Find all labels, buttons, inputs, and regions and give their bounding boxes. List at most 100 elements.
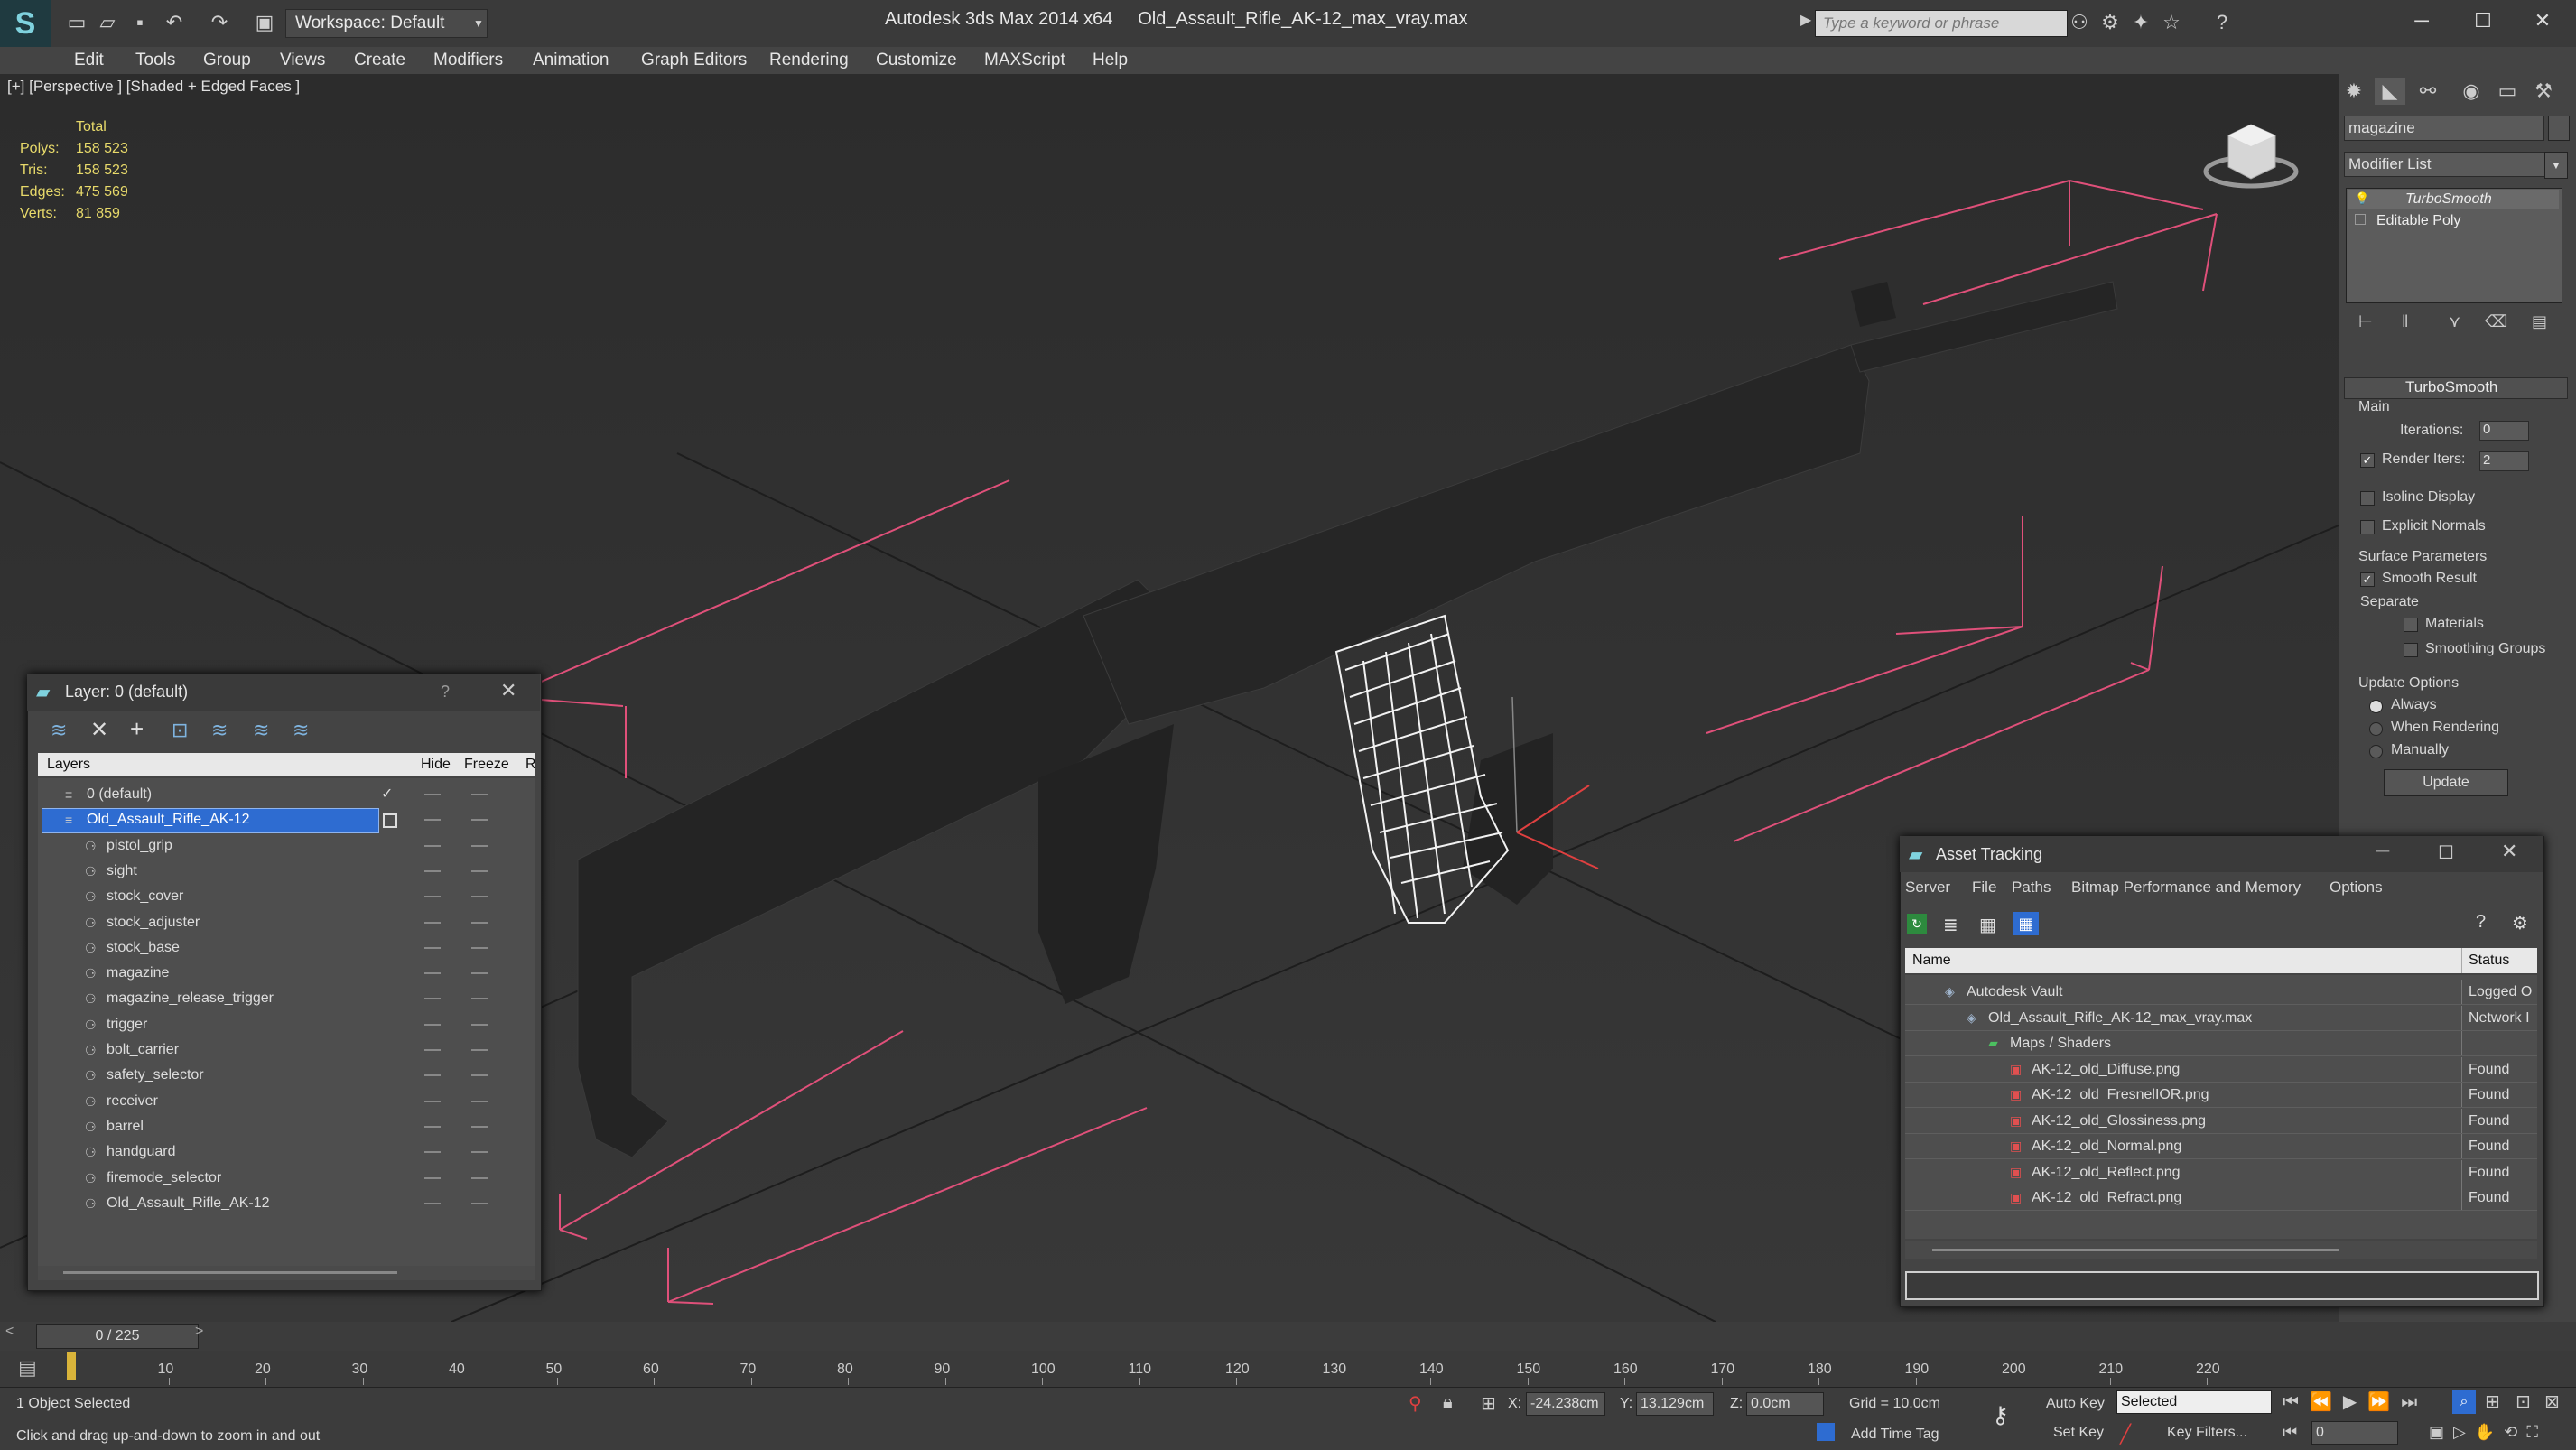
go-to-start-icon[interactable]: ⏮ (2283, 1392, 2310, 1412)
zoom-extents-all-icon[interactable]: ⊠ (2544, 1390, 2560, 1413)
smooth-result-checkbox[interactable]: ✓ (2360, 572, 2375, 587)
time-tag-icon[interactable] (1817, 1423, 1835, 1441)
search-input[interactable]: Type a keyword or phrase (1815, 10, 2068, 37)
asset-menu-options[interactable]: Options (2330, 878, 2383, 897)
menu-help[interactable]: Help (1093, 47, 1128, 74)
grid-view-icon[interactable]: ▦ (2013, 912, 2039, 935)
current-frame-field[interactable]: 0 (2311, 1421, 2398, 1445)
refresh-icon[interactable]: ↻ (1907, 914, 1927, 934)
y-coordinate-field[interactable]: 13.129cm (1636, 1392, 1714, 1416)
new-file-icon[interactable]: ▭ (65, 11, 88, 34)
asset-menu-paths[interactable]: Paths (2012, 878, 2051, 897)
modifier-list-dropdown[interactable]: Modifier List (2344, 152, 2548, 177)
orbit-icon[interactable]: ⟲ (2504, 1423, 2526, 1441)
hide-toggle[interactable] (424, 946, 441, 949)
menu-graph-editors[interactable]: Graph Editors (641, 47, 747, 74)
column-divider[interactable] (2461, 948, 2462, 973)
hide-toggle[interactable] (424, 869, 441, 872)
asset-row[interactable]: ▣ AK-12_old_Normal.png Found (1905, 1134, 2537, 1159)
layer-object-row[interactable]: ⚆ barrel (40, 1114, 535, 1139)
help-icon[interactable]: ? (2210, 11, 2234, 34)
smoothing-groups-checkbox[interactable] (2404, 643, 2418, 657)
freeze-toggle[interactable] (471, 1023, 488, 1026)
layer-object-row[interactable]: ⚆ pistol_grip (40, 833, 535, 859)
asset-row[interactable]: ▣ AK-12_old_Glossiness.png Found (1905, 1108, 2537, 1134)
freeze-toggle[interactable] (471, 972, 488, 975)
when-rendering-radio[interactable] (2369, 722, 2383, 736)
search-expand-icon[interactable]: ▶ (1800, 11, 1811, 29)
key-mode-toggle-icon[interactable]: ⏮ (2283, 1423, 2297, 1442)
layer-object-row[interactable]: ⚆ trigger (40, 1012, 535, 1037)
render-iters-spinner[interactable]: 2 (2479, 451, 2529, 471)
layer-row[interactable]: ≡ 0 (default) ✓ (40, 782, 535, 807)
hide-toggle[interactable] (424, 844, 441, 847)
render-iters-checkbox[interactable]: ✓ (2360, 453, 2375, 468)
freeze-toggle[interactable] (471, 1125, 488, 1128)
next-frame-icon[interactable]: > (195, 1324, 203, 1340)
asset-row[interactable]: ◈ Old_Assault_Rifle_AK-12_max_vray.max Net… (1905, 1005, 2537, 1031)
asset-menu-bitmap[interactable]: Bitmap Performance and Memory (2071, 878, 2301, 897)
viewport-label[interactable]: [+] [Perspective ] [Shaded + Edged Faces… (7, 78, 300, 96)
set-key-button[interactable]: Set Key (2053, 1425, 2104, 1441)
column-layers[interactable]: Layers (47, 757, 90, 773)
menu-maxscript[interactable]: MAXScript (984, 47, 1065, 74)
display-tab-icon[interactable]: ▭ (2492, 78, 2523, 105)
freeze-toggle[interactable] (471, 1176, 488, 1179)
list-view-icon[interactable]: ≣ (1943, 914, 1958, 936)
layer-object-row[interactable]: ⚆ magazine_release_trigger (40, 986, 535, 1011)
freeze-toggle[interactable] (471, 794, 488, 795)
layer-help-button[interactable]: ? (441, 683, 450, 702)
object-name-field[interactable]: magazine (2344, 116, 2544, 141)
fov-icon[interactable]: ▷ (2453, 1423, 2475, 1441)
viewcube[interactable] (2201, 117, 2301, 199)
layer-object-row[interactable]: ⚆ stock_cover (40, 884, 535, 909)
asset-menu-server[interactable]: Server (1905, 878, 1950, 897)
show-end-result-icon[interactable]: ‖ (2402, 312, 2408, 331)
time-slider-bar[interactable] (0, 1322, 2576, 1351)
menu-rendering[interactable]: Rendering (769, 47, 849, 74)
go-to-end-icon[interactable]: ⏭ (2401, 1392, 2428, 1412)
freeze-toggle[interactable] (471, 1049, 488, 1051)
asset-row[interactable]: ◈ Autodesk Vault Logged O (1905, 980, 2537, 1005)
zoom-extents-icon[interactable]: ⊡ (2516, 1390, 2531, 1413)
layer-object-row[interactable]: ⚆ sight (40, 859, 535, 884)
scrollbar-thumb[interactable] (1932, 1249, 2339, 1251)
zoom-all-icon[interactable]: ⊞ (2485, 1390, 2500, 1413)
hide-toggle[interactable] (424, 1074, 441, 1077)
menu-edit[interactable]: Edit (74, 47, 104, 74)
active-layer-check-icon[interactable]: ✓ (381, 782, 393, 807)
asset-row[interactable]: ▣ AK-12_old_Refract.png Found (1905, 1185, 2537, 1211)
hide-toggle[interactable] (424, 1202, 441, 1204)
add-to-layer-icon[interactable]: + (130, 715, 144, 743)
key-mode-icon[interactable]: ╱ (2120, 1423, 2131, 1445)
column-render[interactable]: R (525, 757, 536, 773)
auto-key-button[interactable]: Auto Key (2046, 1396, 2105, 1412)
minimize-icon[interactable]: ─ (2376, 841, 2389, 862)
materials-checkbox[interactable] (2404, 618, 2418, 632)
save-icon[interactable]: ▪ (128, 11, 152, 34)
layer-object-row[interactable]: ⚆ Old_Assault_Rifle_AK-12 (40, 1191, 535, 1216)
chevron-down-icon[interactable]: ▼ (2544, 152, 2568, 179)
menu-group[interactable]: Group (203, 47, 251, 74)
hide-all-icon[interactable]: ≋ (253, 719, 269, 742)
favorites-icon[interactable]: ☆ (2160, 11, 2183, 34)
chevron-down-icon[interactable]: ▼ (470, 9, 488, 38)
scrollbar-thumb[interactable] (63, 1271, 397, 1274)
freeze-toggle[interactable] (471, 1202, 488, 1204)
always-radio[interactable] (2369, 700, 2383, 713)
isolate-selection-icon[interactable]: ⚲ (1409, 1392, 1422, 1415)
menu-tools[interactable]: Tools (135, 47, 175, 74)
pan-icon[interactable]: ✋ (2475, 1423, 2504, 1441)
x-coordinate-field[interactable]: -24.238cm (1526, 1392, 1605, 1416)
hide-toggle[interactable] (424, 998, 441, 1000)
motion-tab-icon[interactable]: ◉ (2456, 78, 2487, 105)
hide-toggle[interactable] (424, 1176, 441, 1179)
utilities-tab-icon[interactable]: ⚒ (2528, 78, 2559, 105)
create-layer-icon[interactable]: ≋ (51, 719, 67, 742)
z-coordinate-field[interactable]: 0.0cm (1746, 1392, 1824, 1416)
stack-item-turbosmooth[interactable]: 💡 TurboSmooth (2348, 190, 2559, 209)
layer-object-row[interactable]: ⚆ handguard (40, 1139, 535, 1165)
project-folder-icon[interactable]: ▣ (253, 11, 276, 34)
binoculars-icon[interactable]: ⚇ (2068, 11, 2091, 34)
menu-customize[interactable]: Customize (876, 47, 957, 74)
